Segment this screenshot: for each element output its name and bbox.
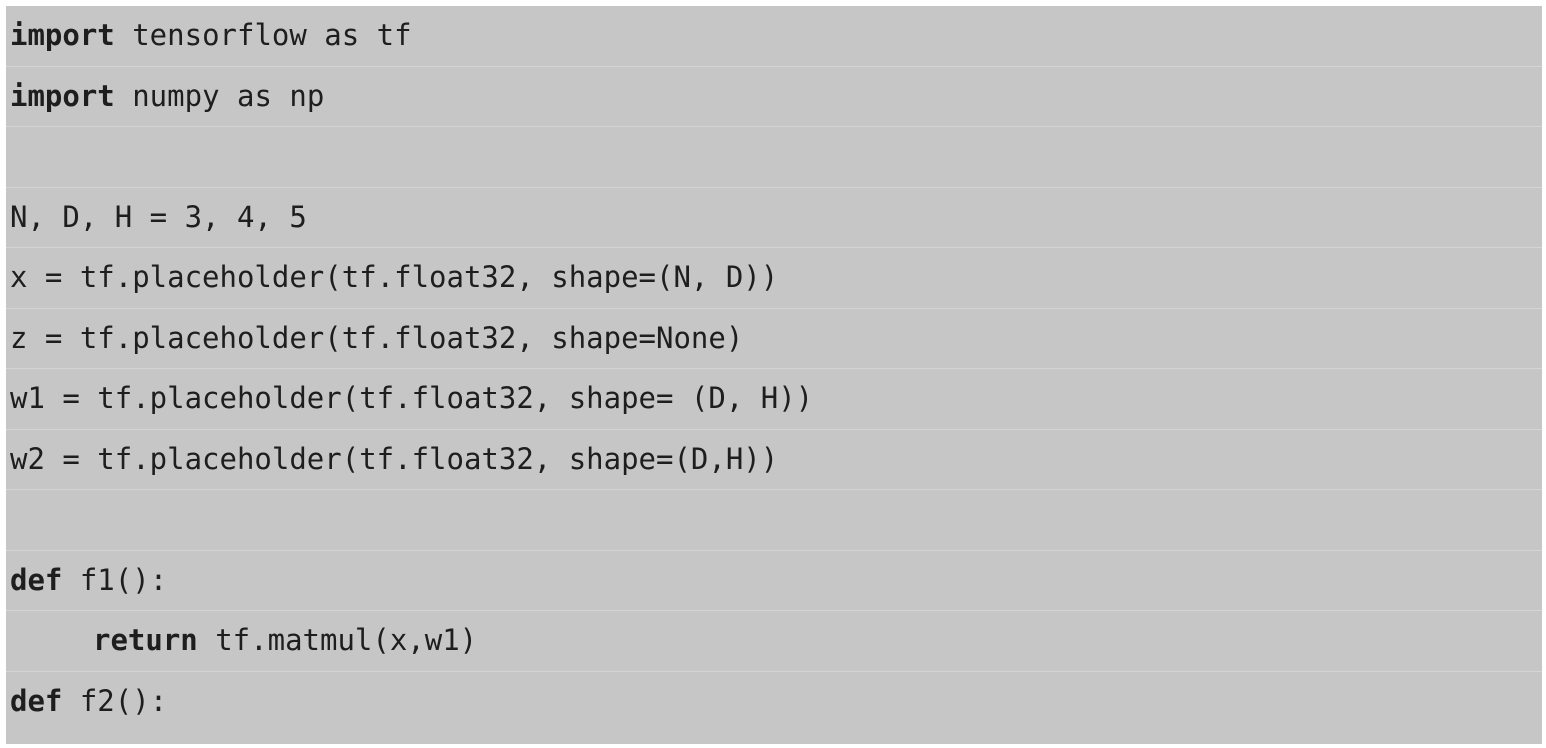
code-keyword: def <box>10 684 63 719</box>
code-text: w2 = tf.placeholder(tf.float32, shape=(D… <box>10 441 779 476</box>
code-line-9 <box>6 490 1542 551</box>
code-text: N, D, H = 3, 4, 5 <box>10 199 307 234</box>
code-line-2: import numpy as np <box>6 67 1542 127</box>
code-line-10: def f1(): <box>6 551 1542 611</box>
code-text: tensorflow as tf <box>114 18 412 53</box>
code-line-8: w2 = tf.placeholder(tf.float32, shape=(D… <box>6 430 1542 490</box>
code-line-11: return tf.matmul(x,w1) <box>6 611 1542 672</box>
code-keyword: import <box>10 18 115 53</box>
code-line-12: def f2(): <box>6 672 1542 733</box>
code-keyword: def <box>10 562 63 597</box>
code-text: x = tf.placeholder(tf.float32, shape=(N,… <box>10 260 779 295</box>
code-keyword: return <box>93 623 198 658</box>
code-text: f2(): <box>62 684 168 719</box>
code-line-5: x = tf.placeholder(tf.float32, shape=(N,… <box>6 248 1542 309</box>
code-text: f1(): <box>62 562 168 597</box>
code-keyword: import <box>10 78 115 113</box>
code-text: tf.matmul(x,w1) <box>197 623 478 658</box>
code-block: import tensorflow as tf import numpy as … <box>6 6 1542 744</box>
code-line-7: w1 = tf.placeholder(tf.float32, shape= (… <box>6 369 1542 430</box>
code-text: w1 = tf.placeholder(tf.float32, shape= (… <box>10 381 814 416</box>
code-text: numpy as np <box>114 78 325 113</box>
code-line-6: z = tf.placeholder(tf.float32, shape=Non… <box>6 309 1542 369</box>
code-line-1: import tensorflow as tf <box>6 6 1542 67</box>
code-line-3 <box>6 127 1542 188</box>
code-text: z = tf.placeholder(tf.float32, shape=Non… <box>10 320 744 355</box>
code-line-4: N, D, H = 3, 4, 5 <box>6 188 1542 248</box>
